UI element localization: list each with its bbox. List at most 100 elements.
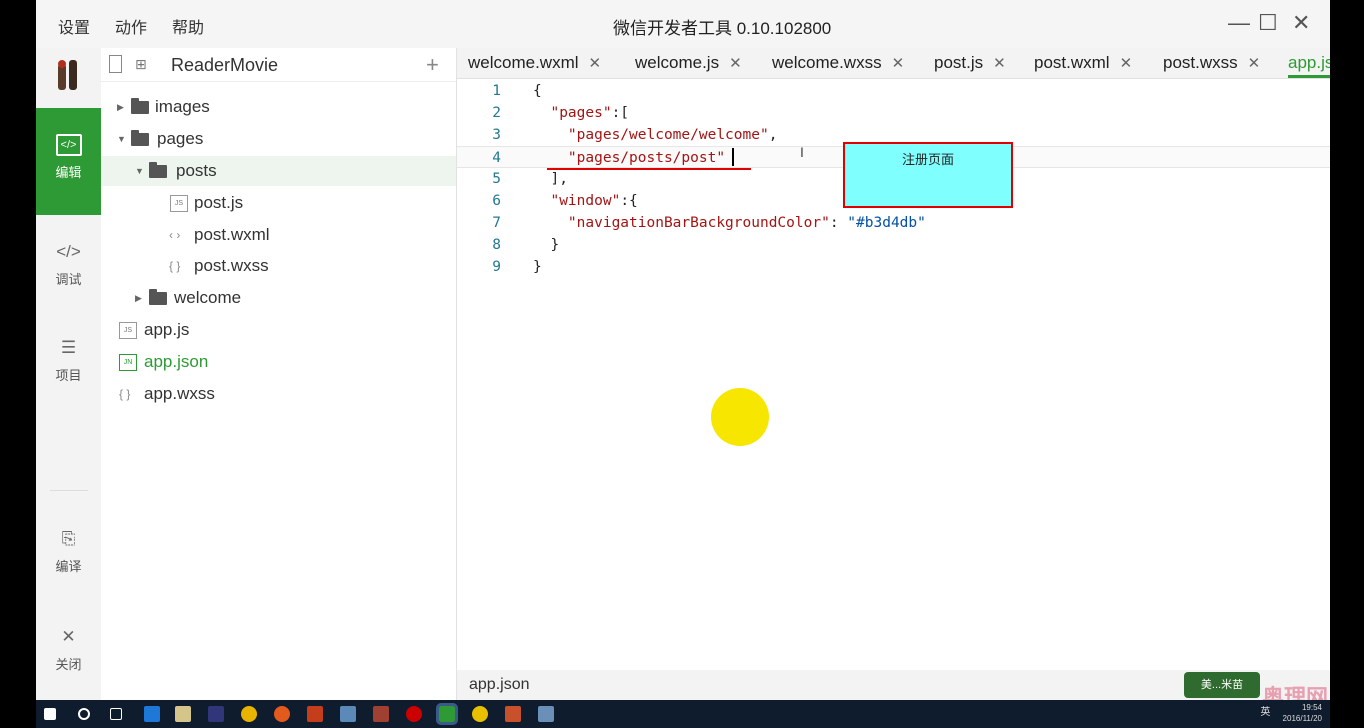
editor-tabs: welcome.wxml ✕ welcome.js ✕ welcome.wxss ✕ …	[457, 48, 1330, 79]
tab-welcome-js[interactable]: welcome.js ✕	[635, 48, 742, 78]
close-tab-icon[interactable]: ✕	[993, 55, 1006, 72]
menu-icon: ☰	[60, 338, 77, 357]
title-bar: 设置 动作 帮助 微信开发者工具 0.10.102800 — ☐ ✕	[36, 0, 1330, 48]
json-file-icon: JN	[119, 354, 137, 371]
tree-item-app-json[interactable]: JN app.json	[101, 347, 456, 377]
tree-item-post-js[interactable]: JS post.js	[101, 188, 456, 218]
maximize-button[interactable]: ☐	[1258, 10, 1278, 36]
line-number: 6	[492, 193, 501, 209]
collapse-icon[interactable]: ▼	[117, 124, 126, 154]
code-text: {	[533, 83, 542, 99]
chrome-icon[interactable]	[241, 706, 257, 722]
search-icon[interactable]	[78, 708, 90, 720]
close-tab-icon[interactable]: ✕	[1120, 55, 1133, 72]
tree-item-label: images	[155, 97, 210, 116]
menu-settings[interactable]: 设置	[58, 14, 90, 38]
close-tab-icon[interactable]: ✕	[1248, 55, 1261, 72]
windows-start-icon[interactable]	[44, 708, 56, 720]
ime-indicator[interactable]: 英	[1260, 707, 1270, 718]
nav-close[interactable]: ✕ 关闭	[36, 600, 101, 700]
code-icon: </>	[55, 134, 82, 156]
expand-icon[interactable]: ▶	[117, 92, 124, 122]
collapse-icon[interactable]: ▼	[135, 156, 144, 186]
code-line: 2 "pages":[	[457, 102, 1330, 124]
nav-edit[interactable]: </> 编辑	[36, 108, 101, 215]
window-title: 微信开发者工具 0.10.102800	[613, 19, 832, 38]
tree-item-app-js[interactable]: JS app.js	[101, 315, 456, 345]
edge-icon[interactable]	[144, 706, 160, 722]
tab-post-wxml[interactable]: post.wxml ✕	[1034, 48, 1132, 78]
folder-icon	[131, 130, 149, 146]
tree-item-label: post.wxss	[194, 256, 269, 275]
compile-icon: ⎘	[61, 529, 76, 548]
tab-post-js[interactable]: post.js ✕	[934, 48, 1006, 78]
js-file-icon: JS	[119, 322, 137, 339]
close-tab-icon[interactable]: ✕	[892, 55, 905, 72]
photoshop-icon[interactable]	[208, 706, 224, 722]
folder-icon	[149, 289, 167, 305]
nav-edit-label: 编辑	[55, 165, 82, 180]
recorder-icon[interactable]	[406, 706, 422, 722]
app-icon[interactable]	[472, 706, 488, 722]
menu-help[interactable]: 帮助	[172, 14, 204, 38]
tab-welcome-wxml[interactable]: welcome.wxml ✕	[468, 48, 601, 78]
firefox-icon[interactable]	[274, 706, 290, 722]
close-tab-icon[interactable]: ✕	[729, 55, 742, 72]
code-line: 1{	[457, 80, 1330, 102]
tree-item-pages[interactable]: ▼ pages	[101, 124, 456, 154]
menu-actions[interactable]: 动作	[115, 14, 147, 38]
tree-item-label: app.js	[144, 320, 190, 339]
tree-item-images[interactable]: ▶ images	[101, 92, 456, 122]
tab-label: post.wxss	[1163, 53, 1238, 72]
app-icon[interactable]	[340, 706, 356, 722]
nav-compile-label: 编译	[55, 559, 82, 574]
expand-icon[interactable]: ▶	[135, 283, 142, 313]
tab-welcome-wxss[interactable]: welcome.wxss ✕	[772, 48, 904, 78]
json-punct: }	[550, 237, 560, 253]
system-tray[interactable]: 英 19:54 2016/11/20	[1260, 702, 1322, 724]
tab-app-js[interactable]: app.js	[1288, 48, 1330, 78]
tree-item-app-wxss[interactable]: { } app.wxss	[101, 379, 456, 409]
status-file: app.json	[469, 676, 530, 693]
clock-date: 2016/11/20	[1282, 714, 1322, 723]
tree-item-label: post.wxml	[194, 225, 270, 244]
line-number: 8	[492, 237, 501, 253]
explorer-icon[interactable]	[175, 706, 191, 722]
app-icon[interactable]	[505, 706, 521, 722]
tree-item-post-wxss[interactable]: { } post.wxss	[101, 251, 456, 281]
nav-close-label: 关闭	[55, 657, 82, 672]
nav-debug[interactable]: </> 调试	[36, 215, 101, 322]
wxml-file-icon: ‹ ›	[169, 228, 181, 242]
line-number: 4	[492, 150, 501, 166]
json-key: "window"	[550, 193, 621, 209]
left-nav: </> 编辑 </> 调试 ☰ 项目 ⎘ 编译 ✕ 关闭	[36, 48, 101, 700]
nav-project[interactable]: ☰ 项目	[36, 311, 101, 418]
wxss-file-icon: { }	[119, 387, 131, 401]
line-number: 3	[492, 127, 501, 143]
json-punct: ],	[550, 171, 568, 187]
tree-item-post-wxml[interactable]: ‹ › post.wxml	[101, 220, 456, 250]
tree-view-icon[interactable]: ⊞	[135, 56, 147, 73]
underline-annotation	[547, 168, 751, 170]
add-file-button[interactable]: +	[426, 52, 439, 78]
powerpoint-icon[interactable]	[307, 706, 323, 722]
close-tab-icon[interactable]: ✕	[589, 55, 602, 72]
nav-compile[interactable]: ⎘ 编译	[36, 502, 101, 609]
minimize-button[interactable]: —	[1228, 10, 1250, 36]
tab-post-wxss[interactable]: post.wxss ✕	[1163, 48, 1260, 78]
code-text: }	[533, 234, 559, 256]
json-punct: :{	[620, 193, 638, 209]
tree-item-posts[interactable]: ▼ posts	[101, 156, 456, 186]
json-string: "pages/posts/post"	[567, 150, 726, 166]
text-cursor	[732, 148, 734, 166]
task-view-icon[interactable]	[110, 708, 122, 720]
close-window-button[interactable]: ✕	[1292, 10, 1310, 36]
wechat-devtools-icon[interactable]	[436, 703, 458, 725]
tree-item-welcome[interactable]: ▶ welcome	[101, 283, 456, 313]
app-icon[interactable]	[538, 706, 554, 722]
code-line: 9}	[457, 256, 1330, 278]
phone-icon[interactable]	[109, 55, 122, 73]
code-text: "pages":[	[533, 102, 629, 124]
json-punct: :	[829, 215, 848, 231]
app-icon[interactable]	[373, 706, 389, 722]
